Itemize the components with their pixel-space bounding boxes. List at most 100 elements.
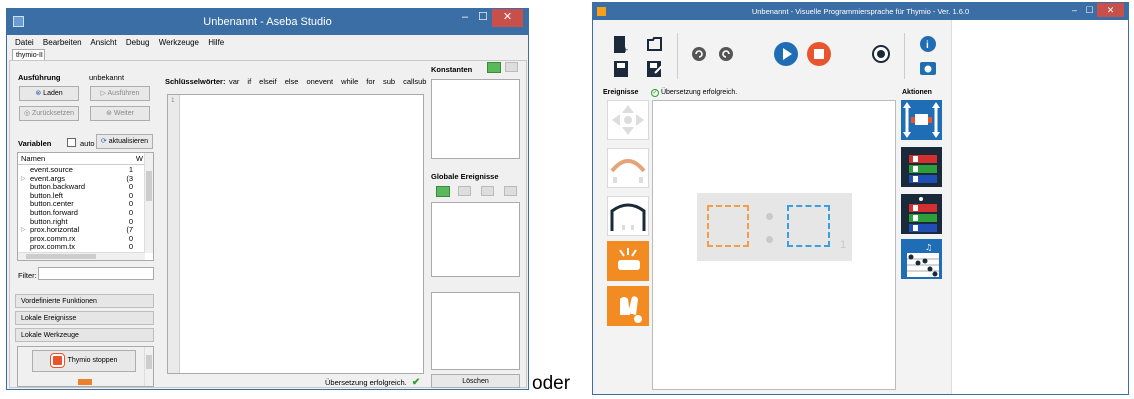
auto-label: auto	[80, 139, 95, 148]
local-events-bar[interactable]: Lokale Ereignisse	[15, 311, 154, 325]
auto-checkbox[interactable]	[67, 138, 76, 147]
send-event-icon[interactable]	[481, 186, 494, 196]
save-icon[interactable]	[613, 60, 629, 78]
execution-label: Ausführung	[18, 73, 61, 82]
action-slot[interactable]	[787, 205, 830, 247]
load-button[interactable]: ⊗ Laden	[19, 86, 79, 101]
open-folder-icon[interactable]	[646, 35, 664, 53]
scroll-thumb[interactable]	[146, 171, 152, 201]
proximity-sensors-icon	[610, 159, 646, 183]
hscroll-thumb[interactable]	[26, 254, 96, 259]
variables-label: Variablen	[18, 139, 52, 148]
play-icon: ▷	[100, 90, 106, 97]
minimize-button[interactable]: –	[1067, 3, 1082, 21]
code-editor[interactable]: 1	[167, 94, 424, 374]
global-events-list[interactable]	[431, 202, 520, 277]
program-scene[interactable]: 1	[652, 100, 896, 390]
messages-panel[interactable]	[431, 292, 520, 370]
redo-icon[interactable]	[718, 46, 734, 62]
close-button[interactable]: ✕	[1097, 3, 1124, 17]
keyword-while[interactable]: while	[341, 77, 358, 86]
advanced-mode-icon[interactable]	[872, 45, 890, 63]
predefined-functions-bar[interactable]: Vordefinierte Funktionen	[15, 294, 154, 308]
vpl-window: Unbenannt - Visuelle Programmiersprache …	[592, 2, 1129, 395]
maximize-button[interactable]: ☐	[1082, 3, 1097, 21]
plot-event-icon[interactable]	[504, 186, 517, 196]
pair-number: 1	[840, 239, 847, 251]
app-icon	[13, 16, 24, 27]
remove-event-icon[interactable]	[458, 186, 471, 196]
keyword-for[interactable]: for	[366, 77, 375, 86]
expand-arrow-icon[interactable]: ▷	[21, 175, 26, 184]
run-icon[interactable]	[773, 41, 799, 67]
local-tools-bar[interactable]: Lokale Werkzeuge	[15, 328, 154, 342]
aseba-studio-window: Unbenannt - Aseba Studio – ☐ ✕ Datei Bea…	[6, 8, 529, 390]
add-constant-icon[interactable]	[487, 62, 501, 73]
constants-list[interactable]	[431, 79, 520, 159]
menu-bearbeiten[interactable]: Bearbeiten	[43, 38, 82, 47]
event-slot[interactable]	[707, 205, 749, 247]
keyword-buttons: var if elseif else onevent while for sub callsub	[229, 77, 434, 86]
event-tap[interactable]	[607, 241, 649, 281]
maximize-button[interactable]: ☐	[474, 9, 492, 27]
stop-icon[interactable]	[806, 41, 832, 67]
event-ground[interactable]	[607, 196, 649, 236]
save-as-icon[interactable]	[646, 60, 664, 78]
keyword-elseif[interactable]: elseif	[259, 77, 277, 86]
close-button[interactable]: ✕	[492, 9, 523, 27]
tools-scroll-thumb[interactable]	[146, 355, 152, 369]
motors-icon	[903, 102, 940, 138]
window-title: Unbenannt - Visuelle Programmiersprache …	[751, 7, 970, 16]
horizontal-scrollbar[interactable]	[18, 252, 145, 260]
variable-row[interactable]: prox.comm.tx 0	[18, 243, 145, 252]
thymio-stop-button[interactable]: Thymio stoppen	[32, 350, 136, 372]
variables-table: Namen W event.source 1 ▷ event.args (3 button…	[17, 152, 154, 261]
remove-constant-icon[interactable]	[505, 62, 518, 72]
keyword-onevent[interactable]: onevent	[306, 77, 333, 86]
top-color-icon	[909, 155, 937, 183]
keyword-callsub[interactable]: callsub	[403, 77, 426, 86]
new-file-icon[interactable]: +	[613, 35, 629, 55]
column-name-header[interactable]: Namen	[21, 154, 45, 163]
keyword-var[interactable]: var	[229, 77, 239, 86]
minimize-button[interactable]: –	[456, 9, 474, 27]
keyword-sub[interactable]: sub	[383, 77, 395, 86]
action-bottom-color[interactable]	[901, 194, 942, 234]
action-music[interactable]: ♫	[901, 239, 942, 279]
svg-text:+: +	[623, 45, 628, 55]
screenshot-icon[interactable]	[919, 60, 937, 76]
refresh-button[interactable]: ⟳ aktualisieren	[96, 134, 153, 149]
clear-button[interactable]: Löschen	[431, 374, 520, 388]
undo-icon[interactable]	[691, 46, 707, 62]
action-top-color[interactable]	[901, 147, 942, 187]
filter-input[interactable]	[38, 267, 154, 280]
execution-status: unbekannt	[89, 73, 125, 82]
add-event-icon[interactable]	[436, 186, 450, 197]
thymio-graphic-icon	[78, 379, 92, 385]
menu-debug[interactable]: Debug	[126, 38, 150, 47]
info-icon[interactable]: i	[919, 35, 937, 53]
event-clap[interactable]	[607, 286, 649, 326]
compile-status: Übersetzung erfolgreich. ✔	[325, 377, 421, 388]
line-number-gutter: 1	[168, 95, 180, 373]
column-value-header[interactable]: W	[136, 153, 143, 165]
event-buttons[interactable]	[607, 100, 649, 140]
next-button[interactable]: ⊛ Weiter	[90, 106, 150, 121]
event-proximity[interactable]	[607, 148, 649, 188]
menu-hilfe[interactable]: Hilfe	[208, 38, 224, 47]
run-button[interactable]: ▷ Ausführen	[90, 86, 150, 101]
tools-scrollbar[interactable]	[144, 347, 153, 386]
action-motors[interactable]	[901, 100, 942, 140]
vertical-scrollbar[interactable]	[144, 153, 153, 253]
menu-werkzeuge[interactable]: Werkzeuge	[159, 38, 199, 47]
check-icon: ✓	[651, 89, 659, 97]
event-action-pair[interactable]: 1	[697, 193, 852, 261]
keyword-else[interactable]: else	[285, 77, 299, 86]
expand-arrow-icon[interactable]: ▷	[21, 226, 26, 235]
menu-ansicht[interactable]: Ansicht	[90, 38, 116, 47]
keywords-label: Schlüsselwörter:	[165, 77, 226, 86]
menu-datei[interactable]: Datei	[15, 38, 34, 47]
next-icon: ⊛	[106, 110, 112, 117]
reset-button[interactable]: ◎ Zurücksetzen	[19, 106, 79, 121]
keyword-if[interactable]: if	[247, 77, 251, 86]
